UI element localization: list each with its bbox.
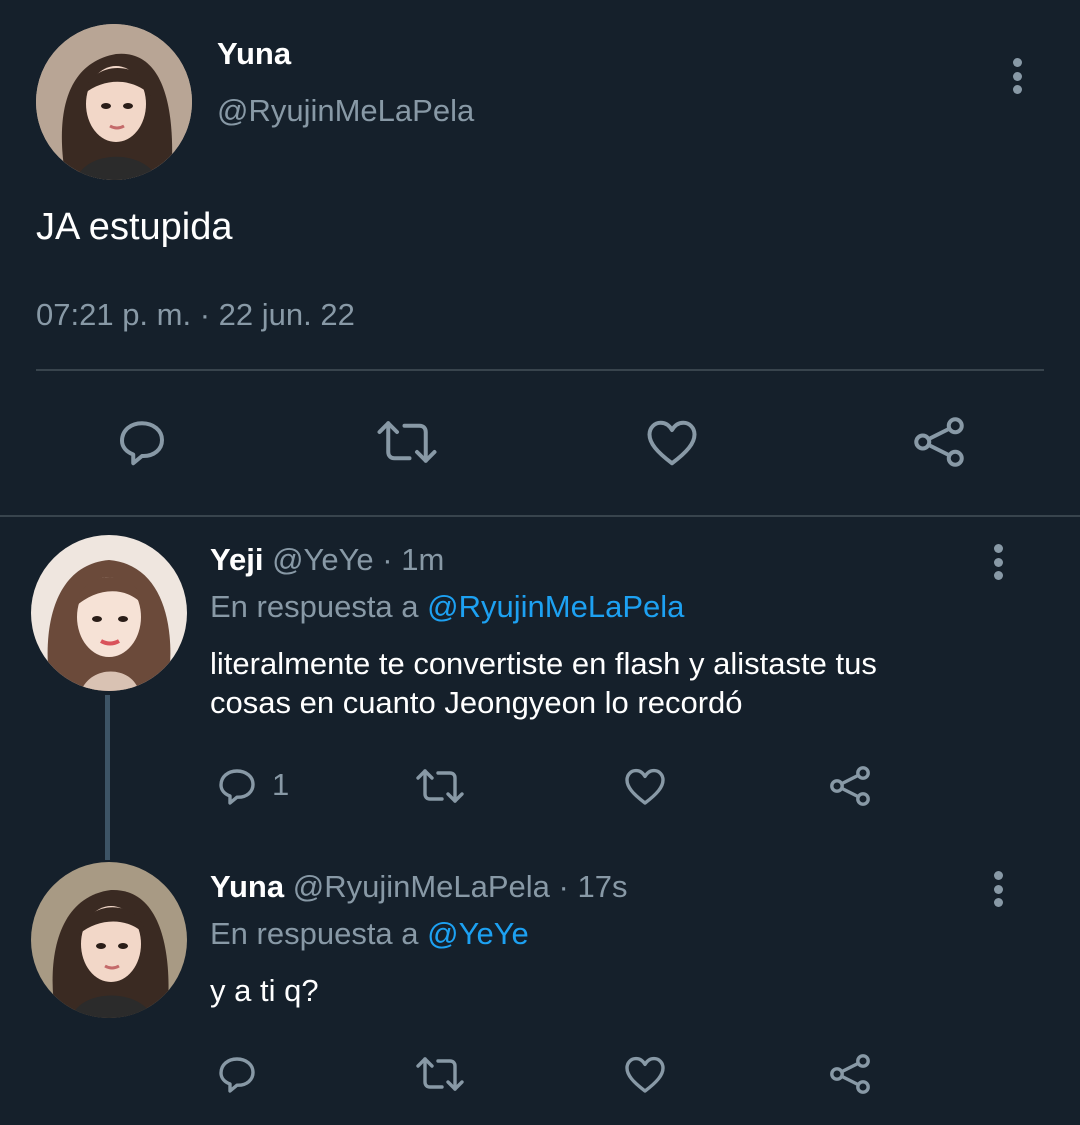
more-options-icon[interactable] <box>993 871 1003 907</box>
reply-text-line: cosas en cuanto Jeongyeon lo recordó <box>210 685 743 720</box>
replying-prefix: En respuesta a <box>210 916 419 951</box>
handle-time[interactable]: @RyujinMeLaPela · 17s <box>293 869 628 904</box>
display-name[interactable]: Yuna <box>217 36 291 72</box>
replying-to: En respuesta a @RyujinMeLaPela <box>210 589 684 625</box>
reply-text-line: y a ti q? <box>210 973 319 1008</box>
mention-link[interactable]: @RyujinMeLaPela <box>427 589 684 624</box>
avatar[interactable] <box>36 24 192 180</box>
retweet-icon[interactable] <box>373 412 441 472</box>
section-divider <box>0 515 1080 517</box>
like-icon[interactable] <box>620 1050 670 1098</box>
reply-icon[interactable] <box>213 762 261 810</box>
like-icon[interactable] <box>620 762 670 810</box>
share-icon[interactable] <box>825 762 875 810</box>
more-options-icon[interactable] <box>993 544 1003 580</box>
replying-to: En respuesta a @YeYe <box>210 916 529 952</box>
like-icon[interactable] <box>642 412 702 472</box>
handle-time[interactable]: @YeYe · 1m <box>272 542 444 577</box>
handle[interactable]: @RyujinMeLaPela <box>217 93 474 129</box>
avatar[interactable] <box>31 862 187 1018</box>
reply-count: 1 <box>272 767 290 802</box>
tweet-text: JA estupida <box>36 206 233 248</box>
share-icon[interactable] <box>825 1050 875 1098</box>
mention-link[interactable]: @YeYe <box>427 916 529 951</box>
reply-header: Yuna @RyujinMeLaPela · 17s <box>210 869 627 905</box>
display-name[interactable]: Yuna <box>210 869 284 904</box>
reply-header: Yeji @YeYe · 1m <box>210 542 444 578</box>
reply-icon[interactable] <box>112 412 172 472</box>
display-name[interactable]: Yeji <box>210 542 263 577</box>
avatar[interactable] <box>31 535 187 691</box>
replying-prefix: En respuesta a <box>210 589 419 624</box>
divider <box>36 369 1044 371</box>
retweet-icon[interactable] <box>412 1050 468 1098</box>
tweet-timestamp[interactable]: 07:21 p. m. · 22 jun. 22 <box>36 297 355 333</box>
reply-icon[interactable] <box>213 1050 261 1098</box>
share-icon[interactable] <box>909 412 969 472</box>
more-options-icon[interactable] <box>1012 58 1022 94</box>
retweet-icon[interactable] <box>412 762 468 810</box>
reply-text-line: literalmente te convertiste en flash y a… <box>210 646 877 681</box>
thread-line <box>105 695 110 860</box>
